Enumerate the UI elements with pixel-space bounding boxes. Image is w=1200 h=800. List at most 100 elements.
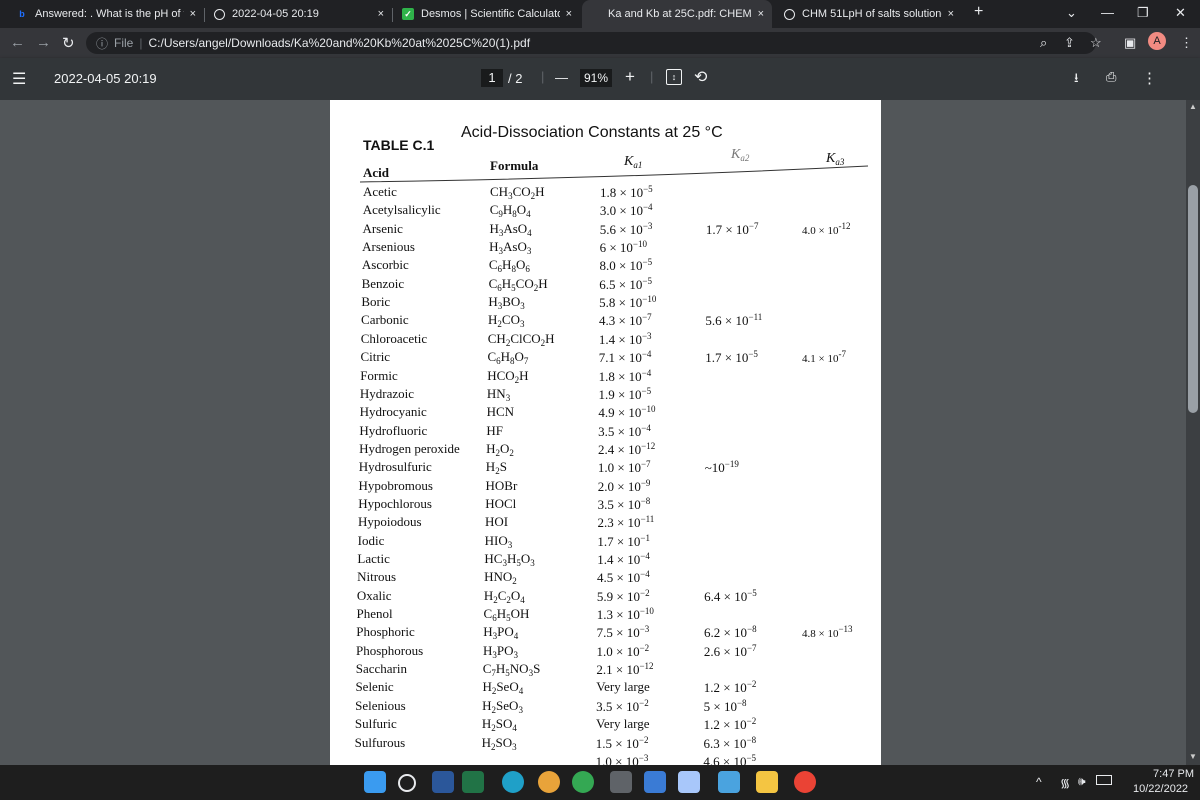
zoom-icon[interactable]: ⌕ [1040, 35, 1047, 51]
formula-cell: H2O2 [486, 440, 514, 458]
photos-app-icon[interactable] [644, 771, 666, 793]
url-text: C:/Users/angel/Downloads/Ka%20and%20Kb%2… [148, 36, 531, 50]
reload-icon[interactable]: ↻ [62, 34, 75, 52]
fit-page-icon[interactable]: ↕ [666, 69, 682, 85]
file-scheme-label: File [114, 36, 134, 50]
windows-app-icon[interactable] [364, 771, 386, 793]
print-icon[interactable]: ⎙ [1106, 69, 1116, 85]
table-row: Hydrazoic HN3 1.9 × 10−5 [330, 386, 881, 404]
tab-chm51l[interactable]: CHM 51LpH of salts solution-rep × [776, 0, 962, 28]
ka1-cell: 3.5 × 10−2 [596, 697, 649, 714]
wifi-icon[interactable]: ᯾ [1060, 774, 1070, 791]
page-number-input[interactable]: 1 [481, 69, 503, 87]
tab-close-icon[interactable]: × [190, 8, 196, 20]
bookmark-star-icon[interactable]: ☆ [1090, 35, 1102, 51]
chrome-app-icon[interactable] [572, 771, 594, 793]
download-icon[interactable]: ⭳ [1074, 69, 1079, 91]
chrome2-app-icon[interactable] [794, 771, 816, 793]
acid-cell: Boric [361, 294, 391, 310]
bartleby-favicon-icon: b [19, 9, 25, 19]
tab-close-icon[interactable]: × [758, 8, 764, 20]
acid-cell: Hydrogen peroxide [359, 440, 460, 456]
table-row: Oxalic H2C2O4 5.9 × 10−2 6.4 × 10−5 [330, 588, 881, 606]
profile-avatar[interactable]: A [1148, 32, 1166, 50]
more-actions-icon[interactable]: ⋮ [1142, 69, 1157, 87]
restore-icon[interactable]: ❐ [1137, 5, 1149, 21]
hamburger-menu-icon[interactable]: ☰ [12, 69, 26, 89]
zoom-in-button[interactable]: + [625, 67, 635, 87]
ka2-cell: 6.2 × 10−8 [703, 624, 757, 641]
table-row: Hydrofluoric HF 3.5 × 10−4 [330, 423, 881, 441]
excel-app-icon[interactable] [462, 771, 484, 793]
acid-cell: Nitrous [357, 569, 397, 585]
ka1-cell: 1.0 × 10−2 [596, 642, 650, 659]
zoom-level-input[interactable]: 91% [580, 69, 612, 87]
forward-arrow-icon[interactable]: → [36, 34, 51, 51]
calculator-app-icon[interactable] [610, 771, 632, 793]
scrollbar-thumb[interactable] [1188, 185, 1198, 413]
ka1-cell: 1.7 × 10−1 [597, 532, 650, 549]
address-bar[interactable]: ⓘ File | C:/Users/angel/Downloads/Ka%20a… [86, 32, 1096, 54]
ka1-cell: 1.8 × 10−4 [598, 367, 652, 384]
word-app-icon[interactable] [432, 771, 454, 793]
scroll-down-icon[interactable]: ▼ [1189, 752, 1197, 761]
formula-cell: HOCl [485, 495, 517, 511]
ka3-cell: 4.8 × 10−13 [802, 624, 853, 641]
toolbar-divider: | [541, 69, 545, 84]
edge-app-icon[interactable] [502, 771, 524, 793]
ka1-cell: 7.1 × 10−4 [598, 349, 652, 366]
table-row: Arsenious H3AsO3 6 × 10−10 [330, 239, 881, 257]
show-hidden-icons-chevron-icon[interactable]: ^ [1036, 775, 1042, 789]
battery-icon[interactable] [1096, 775, 1112, 785]
table-row: Saccharin C7H5NO3S 2.1 × 10−12 [330, 661, 881, 679]
clock-date[interactable]: 10/22/2022 [1133, 783, 1188, 795]
clock-time[interactable]: 7:47 PM [1140, 768, 1194, 780]
tab-close-icon[interactable]: × [948, 8, 954, 20]
back-arrow-icon[interactable]: ← [10, 34, 25, 51]
acid-cell: Arsenic [362, 220, 403, 236]
scroll-up-icon[interactable]: ▲ [1189, 102, 1197, 111]
tab-desmos[interactable]: ✓ Desmos | Scientific Calculator × [394, 0, 580, 28]
new-tab-plus-icon[interactable]: + [974, 3, 983, 21]
table-row: Acetylsalicylic C9H8O4 3.0 × 10−4 [330, 202, 881, 220]
table-row: Hydrogen peroxide H2O2 2.4 × 10−12 [330, 441, 881, 459]
acid-cell: Lactic [357, 551, 390, 566]
table-row: Sulfuric H2SO4 Very large 1.2 × 10−2 [330, 716, 881, 734]
formula-cell: C6H5CO2H [488, 275, 548, 293]
ka1-cell: Very large [596, 679, 650, 695]
ka2-cell: 5 × 10−8 [703, 697, 747, 714]
volume-icon[interactable]: 🕪 [1078, 774, 1086, 789]
formula-cell: C6H8O7 [487, 349, 529, 367]
table-row: Phosphoric H3PO4 7.5 × 10−3 6.2 × 10−8 4.8 ×… [330, 624, 881, 642]
search-app-icon[interactable] [398, 774, 416, 792]
tab-answered[interactable]: b Answered: . What is the pH of the × [8, 0, 204, 28]
tab-title: Ka and Kb at 25C.pdf: CHEM-51- [608, 8, 752, 20]
ka1-cell: 3.5 × 10−8 [597, 495, 651, 512]
explorer-app-icon[interactable] [756, 771, 778, 793]
tab-close-icon[interactable]: × [378, 8, 384, 20]
formula-cell: H2S [485, 459, 507, 477]
store-app-icon[interactable] [718, 771, 740, 793]
minimize-icon[interactable]: — [1101, 5, 1114, 20]
address-divider: | [139, 36, 143, 50]
table-row: Ascorbic C6H8O6 8.0 × 10−5 [330, 257, 881, 275]
table-row: Hypobromous HOBr 2.0 × 10−9 [330, 478, 881, 496]
tab-title: 2022-04-05 20:19 [232, 8, 319, 20]
share-icon[interactable]: ⇪ [1064, 35, 1075, 51]
ka1-cell: 5.9 × 10−2 [596, 587, 650, 604]
tab-ka-kb-pdf[interactable]: Ka and Kb at 25C.pdf: CHEM-51- × [582, 0, 772, 28]
close-window-icon[interactable]: ✕ [1175, 5, 1186, 21]
info-icon[interactable]: ⓘ [96, 35, 108, 52]
acid-cell: Arsenious [362, 239, 415, 255]
tab-search-chevron-icon[interactable]: ⌄ [1066, 5, 1077, 21]
side-panel-icon[interactable]: ▣ [1124, 35, 1136, 51]
snip-app-icon[interactable] [678, 771, 700, 793]
acid-cell: Hydrofluoric [359, 422, 428, 438]
chrome-profile-app-icon[interactable] [538, 771, 560, 793]
tab-close-icon[interactable]: × [566, 8, 572, 20]
acid-cell: Ascorbic [361, 257, 409, 273]
rotate-icon[interactable]: ⟲ [694, 67, 707, 87]
tab-pdf-image[interactable]: 2022-04-05 20:19 × [206, 0, 392, 28]
menu-kebab-icon[interactable]: ⋮ [1180, 35, 1193, 51]
zoom-out-button[interactable]: — [555, 70, 568, 85]
